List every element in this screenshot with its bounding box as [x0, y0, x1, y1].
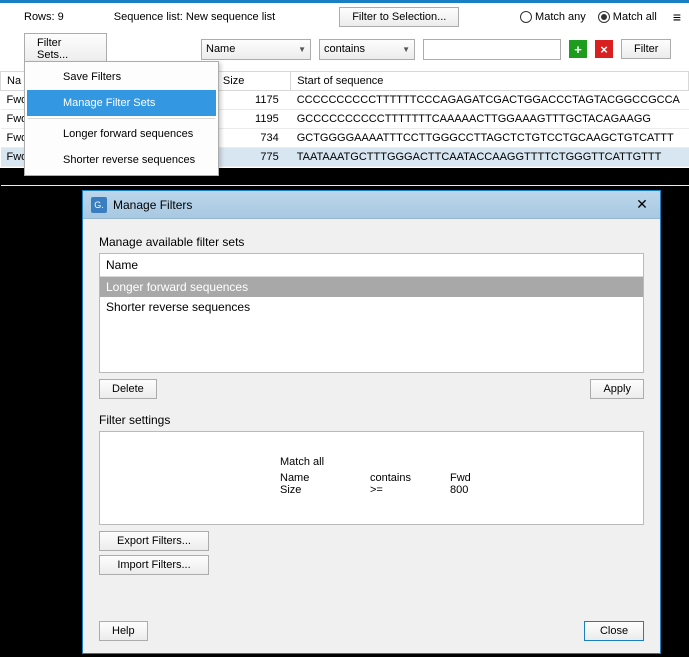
- export-filters-button[interactable]: Export Filters...: [99, 531, 209, 551]
- manage-filters-dialog: G. Manage Filters ✕ Manage available fil…: [82, 190, 661, 654]
- col-start[interactable]: Start of sequence: [291, 72, 689, 91]
- menu-separator: [28, 118, 215, 119]
- apply-button[interactable]: Apply: [590, 379, 644, 399]
- close-button[interactable]: Close: [584, 621, 644, 641]
- match-any-label: Match any: [535, 11, 586, 23]
- dialog-title: Manage Filters: [113, 198, 632, 212]
- menu-manage-filter-sets[interactable]: Manage Filter Sets: [27, 90, 216, 116]
- list-item[interactable]: Longer forward sequences: [100, 277, 643, 297]
- list-item[interactable]: Shorter reverse sequences: [100, 297, 643, 317]
- listbox-header[interactable]: Name: [100, 254, 643, 277]
- field-select[interactable]: Name ▼: [201, 39, 311, 60]
- app-icon: G.: [91, 197, 107, 213]
- menu-save-filters[interactable]: Save Filters: [27, 64, 216, 90]
- seqlist-label: Sequence list: New sequence list: [114, 11, 275, 23]
- remove-filter-icon[interactable]: ×: [595, 40, 613, 58]
- filter-value-input[interactable]: [423, 39, 561, 60]
- settings-label: Filter settings: [99, 413, 644, 427]
- chevron-down-icon: ▼: [402, 45, 410, 54]
- col-size[interactable]: Size: [216, 72, 290, 91]
- rows-label: Rows: 9: [24, 11, 64, 23]
- close-icon[interactable]: ✕: [632, 195, 652, 215]
- filter-settings-box: Match all NamecontainsFwdSize>=800: [99, 431, 644, 525]
- add-filter-icon[interactable]: +: [569, 40, 587, 58]
- settings-match: Match all: [280, 456, 370, 468]
- main-panel: Rows: 9 Sequence list: New sequence list…: [0, 0, 689, 168]
- filter-to-selection-button[interactable]: Filter to Selection...: [339, 7, 459, 27]
- dialog-titlebar[interactable]: G. Manage Filters ✕: [83, 191, 660, 219]
- filter-rule: NamecontainsFwd: [280, 472, 643, 484]
- manage-label: Manage available filter sets: [99, 235, 644, 249]
- help-button[interactable]: Help: [99, 621, 148, 641]
- menu-longer-forward[interactable]: Longer forward sequences: [27, 121, 216, 147]
- menu-shorter-reverse[interactable]: Shorter reverse sequences: [27, 147, 216, 173]
- match-all-label: Match all: [613, 11, 657, 23]
- toolbar-row1: Rows: 9 Sequence list: New sequence list…: [0, 3, 689, 31]
- filter-rule: Size>=800: [280, 484, 643, 496]
- filter-sets-listbox[interactable]: Name Longer forward sequencesShorter rev…: [99, 253, 644, 373]
- operator-select[interactable]: contains ▼: [319, 39, 415, 60]
- match-any-radio[interactable]: Match any: [520, 11, 586, 23]
- import-filters-button[interactable]: Import Filters...: [99, 555, 209, 575]
- match-all-radio[interactable]: Match all: [598, 11, 657, 23]
- filter-button[interactable]: Filter: [621, 39, 671, 59]
- settings-icon[interactable]: ≡: [673, 9, 681, 25]
- filter-sets-menu: Save Filters Manage Filter Sets Longer f…: [24, 61, 219, 176]
- delete-button[interactable]: Delete: [99, 379, 157, 399]
- chevron-down-icon: ▼: [298, 45, 306, 54]
